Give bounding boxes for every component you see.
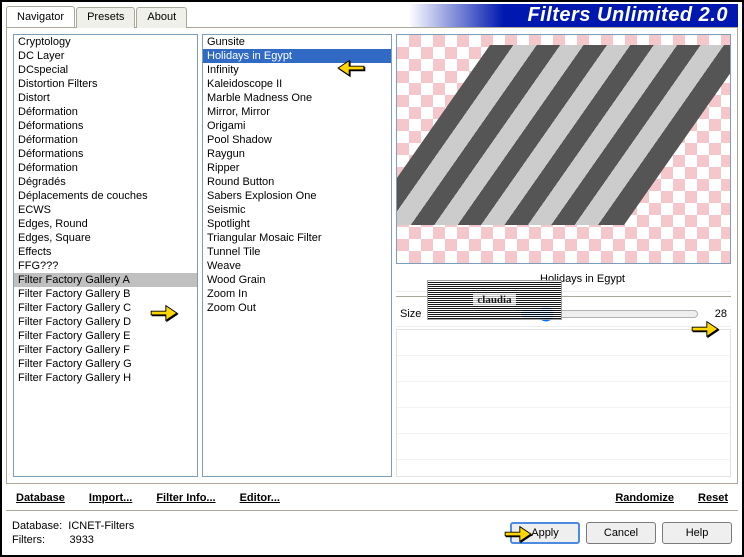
category-item[interactable]: FFG??? bbox=[14, 259, 197, 273]
filters-label: Filters: bbox=[12, 534, 45, 546]
filter-item[interactable]: Seismic bbox=[203, 203, 391, 217]
editor-button[interactable]: Editor... bbox=[230, 488, 290, 508]
tab-about[interactable]: About bbox=[136, 7, 187, 28]
filter-info-button[interactable]: Filter Info... bbox=[146, 488, 225, 508]
reset-button[interactable]: Reset bbox=[688, 488, 738, 508]
category-item[interactable]: Distort bbox=[14, 91, 197, 105]
import-button[interactable]: Import... bbox=[79, 488, 142, 508]
filter-item[interactable]: Mirror, Mirror bbox=[203, 105, 391, 119]
filter-item[interactable]: Spotlight bbox=[203, 217, 391, 231]
db-value: ICNET-Filters bbox=[68, 520, 134, 532]
tab-navigator[interactable]: Navigator bbox=[6, 6, 75, 27]
watermark-logo: claudia bbox=[427, 280, 562, 320]
category-item[interactable]: Déplacements de couches bbox=[14, 189, 197, 203]
filter-item[interactable]: Gunsite bbox=[203, 35, 391, 49]
bottom-separator bbox=[6, 510, 738, 511]
filter-column: GunsiteHolidays in EgyptInfinityKaleidos… bbox=[202, 34, 392, 477]
help-button[interactable]: Help bbox=[662, 522, 732, 544]
filter-item[interactable]: Origami bbox=[203, 119, 391, 133]
category-item[interactable]: Filter Factory Gallery F bbox=[14, 343, 197, 357]
cancel-button[interactable]: Cancel bbox=[586, 522, 656, 544]
bottom-bar: Database: ICNET-Filters Filters: 3933 Ap… bbox=[6, 513, 738, 551]
category-item[interactable]: DCspecial bbox=[14, 63, 197, 77]
param-size-value: 28 bbox=[699, 308, 727, 320]
filter-item[interactable]: Zoom Out bbox=[203, 301, 391, 315]
filter-item[interactable]: Infinity bbox=[203, 63, 391, 77]
param-empty-area bbox=[396, 329, 731, 477]
randomize-button[interactable]: Randomize bbox=[605, 488, 684, 508]
filter-item[interactable]: Marble Madness One bbox=[203, 91, 391, 105]
category-item[interactable]: Filter Factory Gallery E bbox=[14, 329, 197, 343]
filter-item[interactable]: Zoom In bbox=[203, 287, 391, 301]
database-button[interactable]: Database bbox=[6, 488, 75, 508]
category-item[interactable]: Edges, Square bbox=[14, 231, 197, 245]
category-item[interactable]: Filter Factory Gallery C bbox=[14, 301, 197, 315]
filter-item[interactable]: Ripper bbox=[203, 161, 391, 175]
filters-count: 3933 bbox=[69, 534, 93, 546]
category-item[interactable]: Déformations bbox=[14, 147, 197, 161]
db-label: Database: bbox=[12, 520, 62, 532]
category-item[interactable]: Edges, Round bbox=[14, 217, 197, 231]
filter-item[interactable]: Kaleidoscope II bbox=[203, 77, 391, 91]
category-item[interactable]: Effects bbox=[14, 245, 197, 259]
category-item[interactable]: Déformations bbox=[14, 119, 197, 133]
filter-item[interactable]: Raygun bbox=[203, 147, 391, 161]
category-item[interactable]: Cryptology bbox=[14, 35, 197, 49]
info-block: Database: ICNET-Filters Filters: 3933 bbox=[12, 519, 504, 547]
category-item[interactable]: Filter Factory Gallery D bbox=[14, 315, 197, 329]
content-area: CryptologyDC LayerDCspecialDistortion Fi… bbox=[6, 28, 738, 484]
filter-item[interactable]: Pool Shadow bbox=[203, 133, 391, 147]
filter-item[interactable]: Sabers Explosion One bbox=[203, 189, 391, 203]
preview-panel bbox=[396, 34, 731, 264]
category-item[interactable]: Filter Factory Gallery H bbox=[14, 371, 197, 385]
category-item[interactable]: Filter Factory Gallery G bbox=[14, 357, 197, 371]
filter-item[interactable]: Wood Grain bbox=[203, 273, 391, 287]
category-item[interactable]: Filter Factory Gallery A bbox=[14, 273, 197, 287]
category-item[interactable]: DC Layer bbox=[14, 49, 197, 63]
filter-item[interactable]: Triangular Mosaic Filter bbox=[203, 231, 391, 245]
category-column: CryptologyDC LayerDCspecialDistortion Fi… bbox=[13, 34, 198, 477]
filter-item[interactable]: Tunnel Tile bbox=[203, 245, 391, 259]
category-item[interactable]: Déformation bbox=[14, 105, 197, 119]
filter-item[interactable]: Holidays in Egypt bbox=[203, 49, 391, 63]
filter-item[interactable]: Weave bbox=[203, 259, 391, 273]
tab-presets[interactable]: Presets bbox=[76, 7, 135, 28]
category-item[interactable]: Déformation bbox=[14, 133, 197, 147]
category-list[interactable]: CryptologyDC LayerDCspecialDistortion Fi… bbox=[13, 34, 198, 477]
filter-item[interactable]: Round Button bbox=[203, 175, 391, 189]
category-item[interactable]: Distortion Filters bbox=[14, 77, 197, 91]
category-item[interactable]: ECWS bbox=[14, 203, 197, 217]
tab-bar: Navigator Presets About bbox=[6, 6, 738, 28]
right-column: Holidays in Egypt Size 28 bbox=[396, 34, 731, 477]
category-item[interactable]: Filter Factory Gallery B bbox=[14, 287, 197, 301]
category-item[interactable]: Dégradés bbox=[14, 175, 197, 189]
apply-button[interactable]: Apply bbox=[510, 522, 580, 544]
category-item[interactable]: Déformation bbox=[14, 161, 197, 175]
filter-list[interactable]: GunsiteHolidays in EgyptInfinityKaleidos… bbox=[202, 34, 392, 477]
link-button-row: Database Import... Filter Info... Editor… bbox=[6, 484, 738, 508]
